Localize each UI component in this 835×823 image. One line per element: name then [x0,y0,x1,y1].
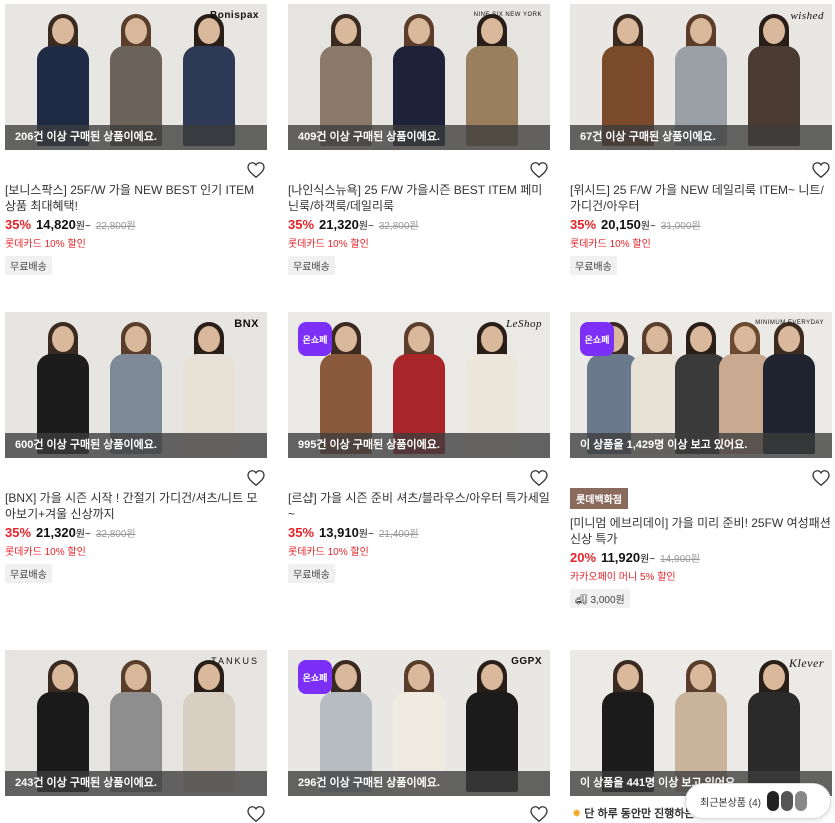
brand-logo: Klever [789,656,824,670]
brand-logo: MINIMUM EVERYDAY [755,320,824,326]
sale-price: 14,820원~ [36,217,91,232]
original-price: 21,400원 [378,529,419,540]
card-promotion: 롯데카드 10% 할인 [5,239,86,250]
product-image[interactable]: NINE SIX NEW YORK 409건 이상 구매된 상품이에요. [288,4,550,150]
original-price: 31,000원 [660,221,701,232]
sold-count-bar: 206건 이상 구매된 상품이에요. [5,125,267,150]
product-card[interactable]: BNX 600건 이상 구매된 상품이에요. [BNX] 가을 시즌 시작 ! … [5,312,267,583]
shipping-badge: 무료배송 [5,564,52,583]
discount-rate: 35% [5,217,32,232]
shipping-badge: 무료배송 [570,256,617,275]
brand-logo: NINE SIX NEW YORK [473,12,542,18]
heart-icon[interactable] [247,806,265,822]
truck-icon: 🚚︎ [575,595,591,606]
sold-count-bar: 243건 이상 구매된 상품이에요. [5,771,267,796]
product-image[interactable]: Bonispax 206건 이상 구매된 상품이에요. [5,4,267,150]
sold-count-bar: 296건 이상 구매된 상품이에요. [288,771,550,796]
card-promotion: 롯데카드 10% 할인 [288,547,369,558]
product-card[interactable]: Bonispax 206건 이상 구매된 상품이에요. [보니스팍스] 25F/… [5,4,267,275]
sold-count-bar: 600건 이상 구매된 상품이에요. [5,433,267,458]
discount-rate: 35% [570,217,597,232]
sale-price: 13,910원~ [319,525,374,540]
heart-icon[interactable] [530,470,548,486]
onsale-badge: 온쇼페 [298,660,332,694]
onsale-badge: 온쇼페 [580,322,614,356]
product-title[interactable]: [나인식스뉴욕] 25 F/W 가을시즌 BEST ITEM 페미닌룩/하객룩/… [288,182,550,214]
product-image[interactable]: Klever 이 상품을 441명 이상 보고 있어요. [570,650,832,796]
brand-logo: GGPX [511,656,542,667]
product-card[interactable]: NINE SIX NEW YORK 409건 이상 구매된 상품이에요. [나인… [288,4,550,275]
heart-icon[interactable] [247,162,265,178]
shipping-badge: 🚚︎ 3,000원 [570,589,630,608]
original-price: 32,800원 [378,221,419,232]
product-image[interactable]: BNX 600건 이상 구매된 상품이에요. [5,312,267,458]
onsale-badge: 온쇼페 [298,322,332,356]
product-image[interactable]: wished 67건 이상 구매된 상품이에요. [570,4,832,150]
heart-icon[interactable] [247,470,265,486]
card-promotion: 롯데카드 10% 할인 [288,239,369,250]
discount-rate: 35% [5,525,32,540]
original-price: 14,900원 [660,554,700,565]
product-image[interactable]: 온쇼페 LeShop 995건 이상 구매된 상품이에요. [288,312,550,458]
sold-count-bar: 409건 이상 구매된 상품이에요. [288,125,550,150]
sold-count-bar: 995건 이상 구매된 상품이에요. [288,433,550,458]
brand-logo: TANKUS [211,656,259,666]
brand-logo: Bonispax [209,10,259,21]
department-store-badge: 롯데백화점 [570,488,628,509]
product-card[interactable]: wished 67건 이상 구매된 상품이에요. [위시드] 25 F/W 가을… [570,4,832,275]
product-title[interactable]: [보니스팍스] 25F/W 가을 NEW BEST 인기 ITEM 상품 최대혜… [5,182,267,214]
brand-logo: BNX [234,318,259,330]
card-promotion: 롯데카드 10% 할인 [5,547,86,558]
sparkle-icon: ✸ [572,808,585,820]
product-title[interactable]: [미니멈 에브리데이] 가을 미리 준비! 25FW 여성패션 신상 특가 [570,515,832,547]
heart-icon[interactable] [530,806,548,822]
product-title[interactable]: [르샵] 가을 시즌 준비 셔츠/블라우스/아우터 특가세일~ [288,490,550,522]
card-promotion: 카카오페이 머니 5% 할인 [570,572,676,583]
discount-rate: 20% [570,550,597,565]
sold-count-bar: 67건 이상 구매된 상품이에요. [570,125,832,150]
product-title[interactable]: [위시드] 25 F/W 가을 NEW 데일리룩 ITEM~ 니트/가디건/아우… [570,182,832,214]
product-image[interactable]: 온쇼페 GGPX 296건 이상 구매된 상품이에요. [288,650,550,796]
original-price: 32,800원 [95,529,136,540]
sale-price: 21,320원~ [36,525,91,540]
product-card[interactable]: TANKUS 243건 이상 구매된 상품이에요. [5,650,267,822]
product-card[interactable]: Klever 이 상품을 441명 이상 보고 있어요. [570,650,832,796]
brand-logo: LeShop [506,318,542,330]
original-price: 22,800원 [95,221,136,232]
product-card[interactable]: 온쇼페 GGPX 296건 이상 구매된 상품이에요. [288,650,550,822]
shipping-badge: 무료배송 [288,256,335,275]
heart-icon[interactable] [530,162,548,178]
recently-viewed-button[interactable]: 최근본상품 (4) [685,783,831,819]
product-card[interactable]: 온쇼페 MINIMUM EVERYDAY 이 상품을 1,429명 이상 보고 … [570,312,832,608]
shipping-badge: 무료배송 [5,256,52,275]
heart-icon[interactable] [812,162,830,178]
product-image[interactable]: TANKUS 243건 이상 구매된 상품이에요. [5,650,267,796]
product-card[interactable]: 온쇼페 LeShop 995건 이상 구매된 상품이에요. [르샵] 가을 시즌… [288,312,550,583]
recently-viewed-thumbnails [767,791,807,811]
card-promotion: 롯데카드 10% 할인 [570,239,651,250]
shipping-badge: 무료배송 [288,564,335,583]
sale-price: 21,320원~ [319,217,374,232]
sale-price: 11,920원~ [601,550,656,565]
discount-rate: 35% [288,525,315,540]
product-title[interactable]: [BNX] 가을 시즌 시작 ! 간절기 가디건/셔츠/니트 모아보기+겨울 신… [5,490,267,522]
product-image[interactable]: 온쇼페 MINIMUM EVERYDAY 이 상품을 1,429명 이상 보고 … [570,312,832,458]
recently-viewed-label: 최근본상품 (4) [700,797,761,809]
sold-count-bar: 이 상품을 1,429명 이상 보고 있어요. [570,433,832,458]
discount-rate: 35% [288,217,315,232]
brand-logo: wished [790,10,824,22]
sale-price: 20,150원~ [601,217,656,232]
heart-icon[interactable] [812,470,830,486]
